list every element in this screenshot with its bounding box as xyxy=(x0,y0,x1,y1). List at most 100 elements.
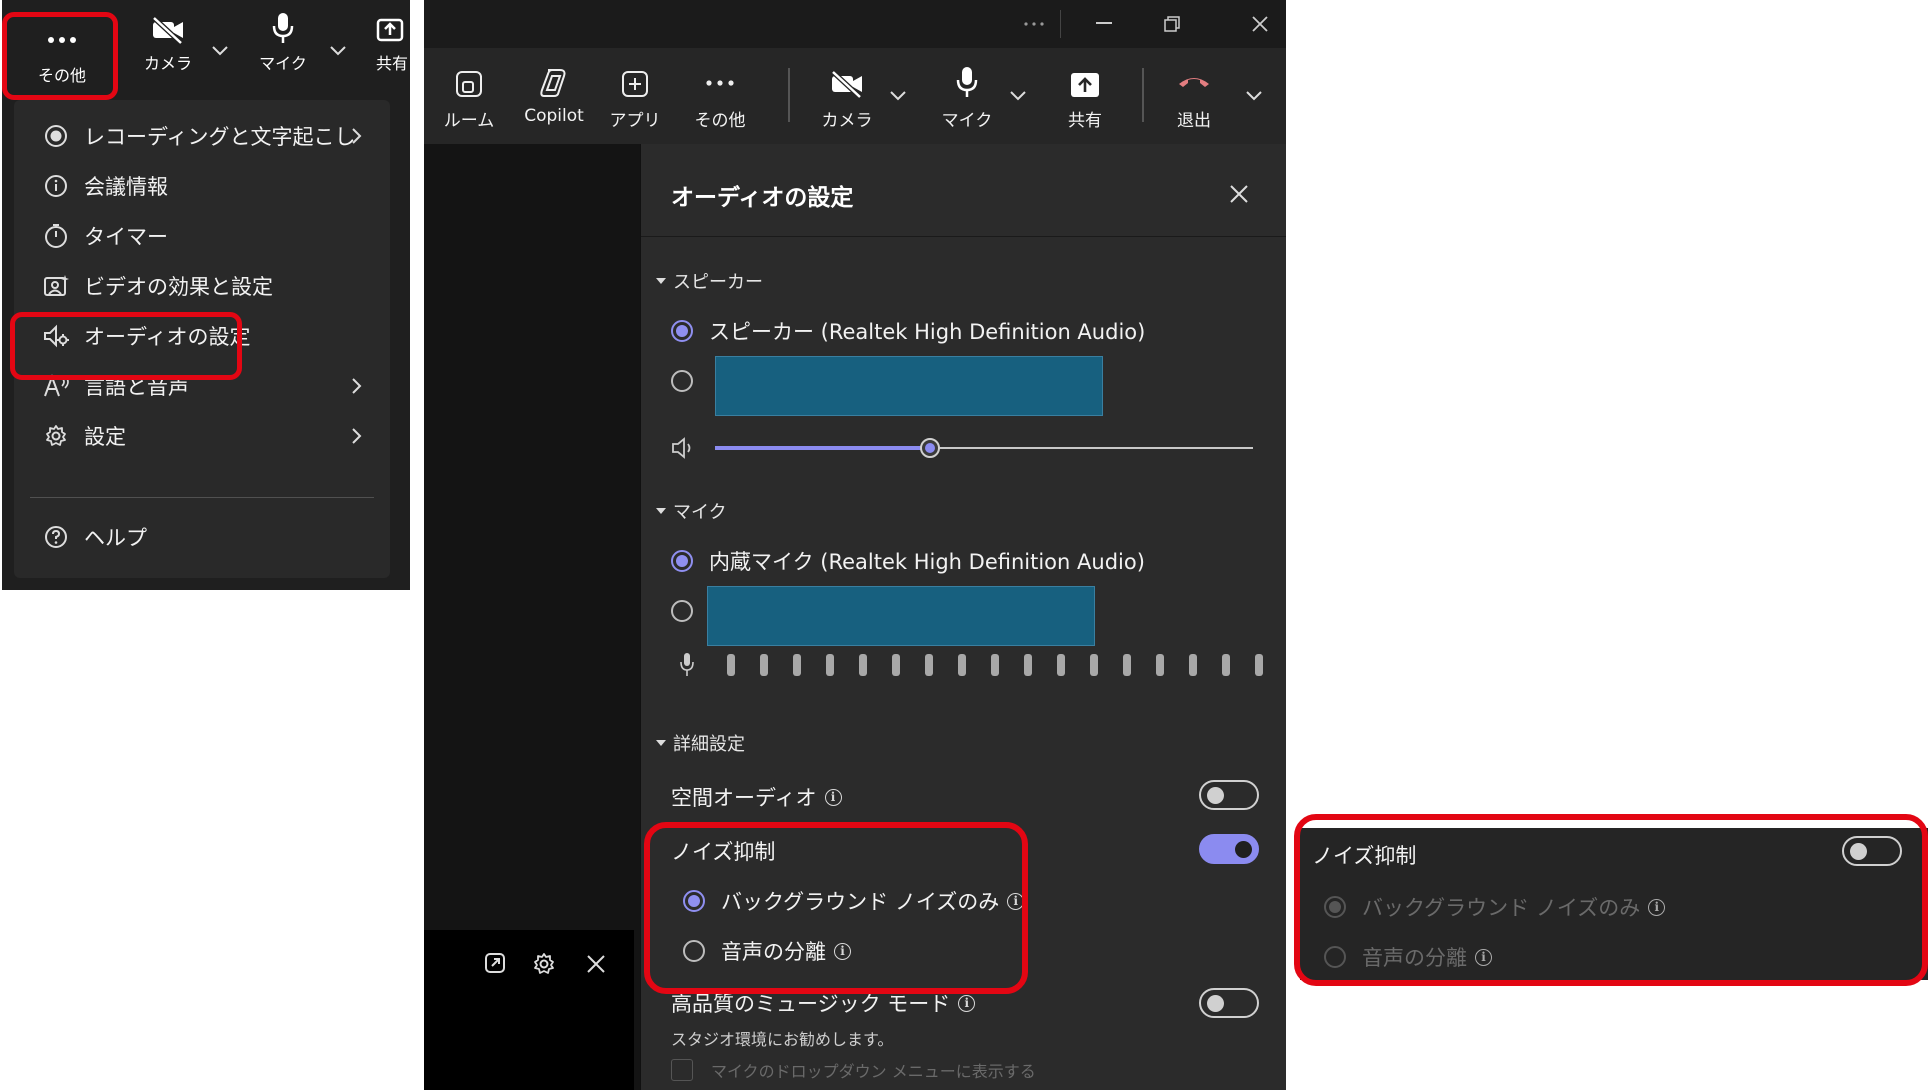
apps-button[interactable]: アプリ xyxy=(604,48,666,144)
camera-label: カメラ xyxy=(821,111,873,131)
mic-section-label: マイク xyxy=(673,502,727,523)
more-icon xyxy=(706,48,734,86)
caret-down-icon xyxy=(656,508,666,514)
info-icon[interactable]: i xyxy=(958,994,976,1012)
room-button[interactable]: ルーム xyxy=(434,48,504,144)
mic-level-bar xyxy=(1156,654,1164,676)
mic-level-icon xyxy=(680,653,694,676)
gear-icon[interactable] xyxy=(532,952,556,976)
info-icon[interactable]: i xyxy=(824,788,842,806)
menu-item-meeting-info[interactable]: 会議情報 xyxy=(14,161,390,211)
speaker-option-2[interactable] xyxy=(671,370,693,392)
menu-item-recording[interactable]: レコーディングと文字起こし xyxy=(14,111,390,161)
volume-slider-thumb[interactable] xyxy=(920,438,941,458)
mic-device-redacted xyxy=(707,586,1095,646)
copilot-label: Copilot xyxy=(524,106,584,126)
mic-level-bar xyxy=(892,654,900,676)
highlight-more-button xyxy=(2,12,118,100)
leave-label: 退出 xyxy=(1177,111,1211,131)
mic-section-toggle[interactable]: マイク xyxy=(655,498,727,524)
caret-down-icon xyxy=(656,278,666,284)
show-in-mic-menu-row[interactable]: マイクのドロップダウン メニューに表示する xyxy=(671,1058,1036,1082)
highlight-noise-suppression-off xyxy=(1294,814,1928,986)
camera-button[interactable]: カメラ xyxy=(804,48,890,144)
mic-level-bar xyxy=(1024,654,1032,676)
restore-icon[interactable] xyxy=(1164,16,1180,32)
mic-icon xyxy=(955,48,979,98)
mic-level-bar xyxy=(760,654,768,676)
more-button[interactable]: その他 xyxy=(680,48,760,144)
toolbar-separator xyxy=(788,68,790,122)
speaker-section-toggle[interactable]: スピーカー xyxy=(655,268,763,294)
menu-item-label: ビデオの効果と設定 xyxy=(84,275,273,299)
hang-up-icon xyxy=(1177,48,1211,88)
title-separator xyxy=(1060,10,1061,38)
radio-selected[interactable] xyxy=(671,320,693,342)
checkbox[interactable] xyxy=(671,1059,693,1081)
add-apps-icon xyxy=(621,48,649,98)
close-icon[interactable] xyxy=(1229,184,1249,204)
chevron-right-icon xyxy=(352,128,362,144)
leave-button[interactable]: 退出 xyxy=(1154,48,1234,144)
highlight-noise-suppression xyxy=(644,822,1028,994)
share-icon xyxy=(376,0,404,44)
menu-divider xyxy=(30,497,374,498)
pip-window xyxy=(424,930,634,1090)
share-label: 共有 xyxy=(376,54,409,73)
close-icon[interactable] xyxy=(586,954,606,974)
pop-out-icon[interactable] xyxy=(484,952,506,974)
spatial-audio-toggle[interactable] xyxy=(1199,780,1259,810)
advanced-section-label: 詳細設定 xyxy=(673,734,745,755)
radio-selected[interactable] xyxy=(671,550,693,572)
mic-option-2[interactable] xyxy=(671,600,693,622)
mic-icon xyxy=(271,0,295,44)
camera-chevron-down-icon[interactable] xyxy=(890,91,906,101)
share-icon xyxy=(1070,48,1100,98)
more-menu-panel: その他 カメラ マイク 共有 レコーディングと文字起こし 会議情報 タイマー ビ… xyxy=(2,0,410,590)
menu-item-label: 会議情報 xyxy=(84,175,168,199)
gear-icon xyxy=(42,424,70,448)
radio-unselected[interactable] xyxy=(671,600,693,622)
mic-level-bar xyxy=(1123,654,1131,676)
pane-title: オーディオの設定 xyxy=(671,185,854,211)
show-in-mic-menu-label: マイクのドロップダウン メニューに表示する xyxy=(711,1062,1036,1081)
close-window-icon[interactable] xyxy=(1252,16,1268,32)
copilot-button[interactable]: Copilot xyxy=(514,48,594,144)
menu-item-label: タイマー xyxy=(84,225,168,249)
mic-label: マイク xyxy=(259,54,307,73)
spatial-audio-label: 空間オーディオ xyxy=(671,786,817,810)
menu-item-timer[interactable]: タイマー xyxy=(14,211,390,261)
speaker-option-realtek[interactable]: スピーカー (Realtek High Definition Audio) xyxy=(671,316,1145,346)
mic-button[interactable]: マイク xyxy=(924,48,1010,144)
title-bar xyxy=(424,0,1286,48)
mic-option-realtek[interactable]: 内蔵マイク (Realtek High Definition Audio) xyxy=(671,546,1145,576)
menu-item-video-effects[interactable]: ビデオの効果と設定 xyxy=(14,261,390,311)
more-options-icon[interactable] xyxy=(1024,22,1044,26)
mic-button[interactable]: マイク xyxy=(248,0,318,92)
camera-chevron-down-icon[interactable] xyxy=(212,46,228,56)
share-button[interactable]: 共有 xyxy=(1042,48,1128,144)
minimize-icon[interactable] xyxy=(1096,22,1112,24)
help-icon xyxy=(42,525,70,549)
mic-level-bar xyxy=(958,654,966,676)
mic-chevron-down-icon[interactable] xyxy=(330,46,346,56)
music-mode-description: スタジオ環境にお勧めします。 xyxy=(671,1030,894,1049)
caret-down-icon xyxy=(656,740,666,746)
copilot-icon xyxy=(538,48,570,98)
menu-item-settings[interactable]: 設定 xyxy=(14,411,390,461)
mic-chevron-down-icon[interactable] xyxy=(1010,91,1026,101)
radio-unselected[interactable] xyxy=(671,370,693,392)
menu-item-label: ヘルプ xyxy=(84,526,147,550)
music-mode-toggle[interactable] xyxy=(1199,988,1259,1018)
menu-item-label: レコーディングと文字起こし xyxy=(84,125,356,149)
share-label: 共有 xyxy=(1068,111,1102,131)
menu-item-help[interactable]: ヘルプ xyxy=(14,512,390,562)
noise-suppression-toggle[interactable] xyxy=(1199,834,1259,864)
camera-button[interactable]: カメラ xyxy=(128,0,208,92)
advanced-section-toggle[interactable]: 詳細設定 xyxy=(655,730,745,756)
video-effects-icon xyxy=(42,274,70,298)
leave-chevron-down-icon[interactable] xyxy=(1246,91,1262,101)
mic-level-bar xyxy=(727,654,735,676)
speaker-volume-icon xyxy=(672,437,691,459)
camera-off-icon xyxy=(151,0,185,44)
